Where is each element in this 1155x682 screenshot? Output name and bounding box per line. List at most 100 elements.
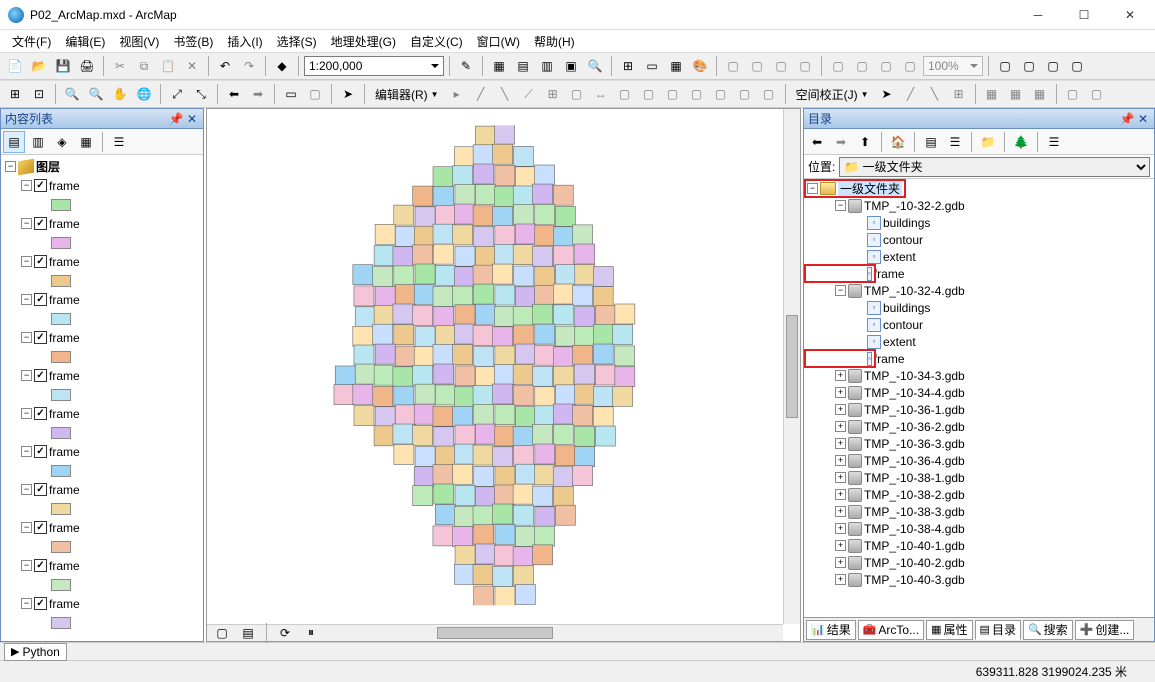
layer-swatch[interactable]	[51, 579, 71, 591]
ed-10-icon[interactable]: ▢	[662, 83, 684, 105]
cut-icon[interactable]: ✂	[109, 55, 131, 77]
palette-icon[interactable]: 🎨	[689, 55, 711, 77]
layer-name[interactable]: frame	[49, 293, 80, 307]
list-view-icon[interactable]: ☰	[944, 131, 966, 153]
tab-results[interactable]: 📊结果	[806, 620, 856, 640]
pan-icon[interactable]: ✋	[109, 83, 131, 105]
toggle-tree-icon[interactable]: ▤	[920, 131, 942, 153]
georef-a-icon[interactable]: ▢	[827, 55, 849, 77]
tree-toggle[interactable]: +	[835, 540, 846, 551]
spatial-adjustment-menu[interactable]: 空间校正(J)▼	[791, 84, 874, 104]
tab-arctoolbox[interactable]: 🧰ArcTo...	[858, 620, 924, 640]
tree-options-icon[interactable]: 🌲	[1010, 131, 1032, 153]
menu-item[interactable]: 文件(F)	[6, 31, 57, 52]
layer-name[interactable]: frame	[49, 521, 80, 535]
gdb-name[interactable]: TMP_-10-36-4.gdb	[864, 454, 965, 468]
pointer-icon[interactable]: ➤	[337, 83, 359, 105]
home-icon[interactable]: 🏠	[887, 131, 909, 153]
catalog-tree[interactable]: −一级文件夹− TMP_-10-32-2.gdb▫ buildings▫ con…	[804, 179, 1154, 617]
ed-7-icon[interactable]: ↔	[590, 83, 612, 105]
print-icon[interactable]: 🖨	[76, 55, 98, 77]
layer-name[interactable]: frame	[49, 559, 80, 573]
tree-toggle[interactable]: −	[21, 256, 32, 267]
close-button[interactable]: ✕	[1107, 0, 1153, 30]
ed-13-icon[interactable]: ▢	[734, 83, 756, 105]
ed-4-icon[interactable]: ⟋	[518, 83, 540, 105]
model-builder-icon[interactable]: ▤	[512, 55, 534, 77]
scale-dropdown[interactable]: 1:200,000	[304, 56, 444, 76]
tool1-icon[interactable]: ⊞	[4, 83, 26, 105]
tree-toggle[interactable]: −	[21, 294, 32, 305]
editor-toolbar-icon[interactable]: ✎	[455, 55, 477, 77]
layer-checkbox[interactable]	[34, 331, 47, 344]
layout-c-icon[interactable]: ▢	[1042, 55, 1064, 77]
fc-name[interactable]: contour	[883, 318, 923, 332]
menu-item[interactable]: 视图(V)	[113, 31, 165, 52]
tab-search[interactable]: 🔍搜索	[1023, 620, 1073, 640]
tool-b-icon[interactable]: ▭	[641, 55, 663, 77]
tool-c-icon[interactable]: ▦	[665, 55, 687, 77]
tree-toggle[interactable]: +	[835, 438, 846, 449]
zoom-pct[interactable]: 100%	[923, 56, 983, 76]
gdb-name[interactable]: TMP_-10-40-1.gdb	[864, 539, 965, 553]
list-by-visibility-icon[interactable]: ◈	[51, 131, 73, 153]
layer-checkbox[interactable]	[34, 179, 47, 192]
layer-name[interactable]: frame	[49, 483, 80, 497]
sa-5-icon[interactable]: ▦	[1005, 83, 1027, 105]
georef-b-icon[interactable]: ▢	[851, 55, 873, 77]
fc-name[interactable]: buildings	[883, 216, 930, 230]
gdb-name[interactable]: TMP_-10-38-4.gdb	[864, 522, 965, 536]
tree-toggle[interactable]: −	[835, 200, 846, 211]
fc-name[interactable]: contour	[883, 233, 923, 247]
layout-view-icon[interactable]: ▤	[237, 622, 259, 644]
ed-9-icon[interactable]: ▢	[638, 83, 660, 105]
menu-item[interactable]: 地理处理(G)	[325, 31, 402, 52]
layer-checkbox[interactable]	[34, 597, 47, 610]
tree-toggle[interactable]: −	[21, 522, 32, 533]
fixed-zoom-out-icon[interactable]: ⤡	[190, 83, 212, 105]
tree-toggle[interactable]: +	[835, 523, 846, 534]
ed-5-icon[interactable]: ⊞	[542, 83, 564, 105]
layer-swatch[interactable]	[51, 503, 71, 515]
location-dropdown[interactable]: 📁 一级文件夹	[839, 157, 1150, 177]
fc-name[interactable]: frame	[874, 267, 905, 281]
layout-b-icon[interactable]: ▢	[1018, 55, 1040, 77]
layer-checkbox[interactable]	[34, 521, 47, 534]
layer-swatch[interactable]	[51, 351, 71, 363]
gdb-name[interactable]: TMP_-10-36-3.gdb	[864, 437, 965, 451]
layer-name[interactable]: frame	[49, 255, 80, 269]
gdb-name[interactable]: TMP_-10-34-4.gdb	[864, 386, 965, 400]
layer-swatch[interactable]	[51, 389, 71, 401]
tree-toggle[interactable]: +	[835, 557, 846, 568]
gdb-name[interactable]: TMP_-10-32-4.gdb	[864, 284, 965, 298]
tree-toggle[interactable]: −	[21, 446, 32, 457]
ed-11-icon[interactable]: ▢	[686, 83, 708, 105]
geo-a-icon[interactable]: ▢	[722, 55, 744, 77]
open-icon[interactable]: 📂	[28, 55, 50, 77]
layer-checkbox[interactable]	[34, 483, 47, 496]
tree-toggle[interactable]: −	[835, 285, 846, 296]
search-window-icon[interactable]: 🔍	[584, 55, 606, 77]
layer-swatch[interactable]	[51, 275, 71, 287]
tree-toggle[interactable]: −	[807, 183, 818, 194]
catalog-window-icon[interactable]: ▣	[560, 55, 582, 77]
menu-item[interactable]: 选择(S)	[271, 31, 323, 52]
layer-swatch[interactable]	[51, 427, 71, 439]
tree-toggle[interactable]: −	[21, 332, 32, 343]
layer-name[interactable]: frame	[49, 217, 80, 231]
add-data-icon[interactable]: ◆	[271, 55, 293, 77]
back-icon[interactable]: ⬅	[806, 131, 828, 153]
options-icon[interactable]: ☰	[108, 131, 130, 153]
fc-name[interactable]: buildings	[883, 301, 930, 315]
tree-toggle[interactable]: +	[835, 506, 846, 517]
tree-toggle[interactable]: −	[21, 408, 32, 419]
list-by-source-icon[interactable]: ▥	[27, 131, 49, 153]
prev-extent-icon[interactable]: ⬅	[223, 83, 245, 105]
new-doc-icon[interactable]: 📄	[4, 55, 26, 77]
list-by-drawing-icon[interactable]: ▤	[3, 131, 25, 153]
layer-checkbox[interactable]	[34, 559, 47, 572]
fc-name[interactable]: frame	[874, 352, 905, 366]
georef-c-icon[interactable]: ▢	[875, 55, 897, 77]
sa-2-icon[interactable]: ╲	[924, 83, 946, 105]
tree-toggle[interactable]: +	[835, 574, 846, 585]
